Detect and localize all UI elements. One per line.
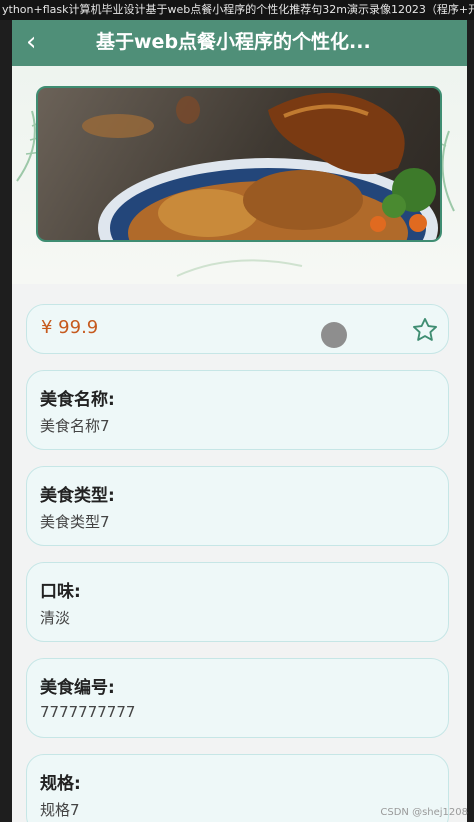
price-card: ¥ 99.9: [26, 304, 449, 354]
video-title-bar: ython+flask计算机毕业设计基于web点餐小程序的个性化推荐句32m演示…: [0, 0, 474, 20]
field-label: 美食编号:: [40, 678, 115, 698]
field-card-name: 美食名称: 美食名称7: [26, 370, 449, 450]
phone-screen: ‹ 基于web点餐小程序的个性化... ¥ 99.9 美食名称: 美食名称7 美…: [12, 20, 467, 822]
field-label: 口味:: [40, 582, 81, 602]
field-card-taste: 口味: 清淡: [26, 562, 449, 642]
detail-content: ¥ 99.9 美食名称: 美食名称7 美食类型: 美食类型7 口味: 清淡 美食…: [12, 284, 467, 822]
field-value: 规格7: [40, 801, 80, 819]
field-value: 7777777777: [40, 703, 136, 721]
field-card-number: 美食编号: 7777777777: [26, 658, 449, 738]
leaf-decoration-icon: [176, 259, 303, 277]
field-label: 美食类型:: [40, 486, 115, 506]
food-banner-image: [36, 86, 442, 242]
back-icon[interactable]: ‹: [26, 26, 36, 58]
field-label: 规格:: [40, 774, 81, 794]
field-value: 美食名称7: [40, 417, 110, 435]
price-value: ¥ 99.9: [41, 317, 99, 338]
top-nav-bar: ‹ 基于web点餐小程序的个性化...: [12, 20, 467, 66]
field-value: 美食类型7: [40, 513, 110, 531]
star-outline-icon[interactable]: [411, 316, 439, 344]
page-title: 基于web点餐小程序的个性化...: [96, 31, 371, 53]
banner-background: [12, 66, 467, 284]
field-value: 清淡: [40, 609, 71, 627]
touch-indicator: [321, 322, 347, 348]
field-label: 美食名称:: [40, 390, 115, 410]
watermark: CSDN @shej1208: [380, 807, 468, 818]
food-photo: [82, 92, 438, 240]
field-card-type: 美食类型: 美食类型7: [26, 466, 449, 546]
